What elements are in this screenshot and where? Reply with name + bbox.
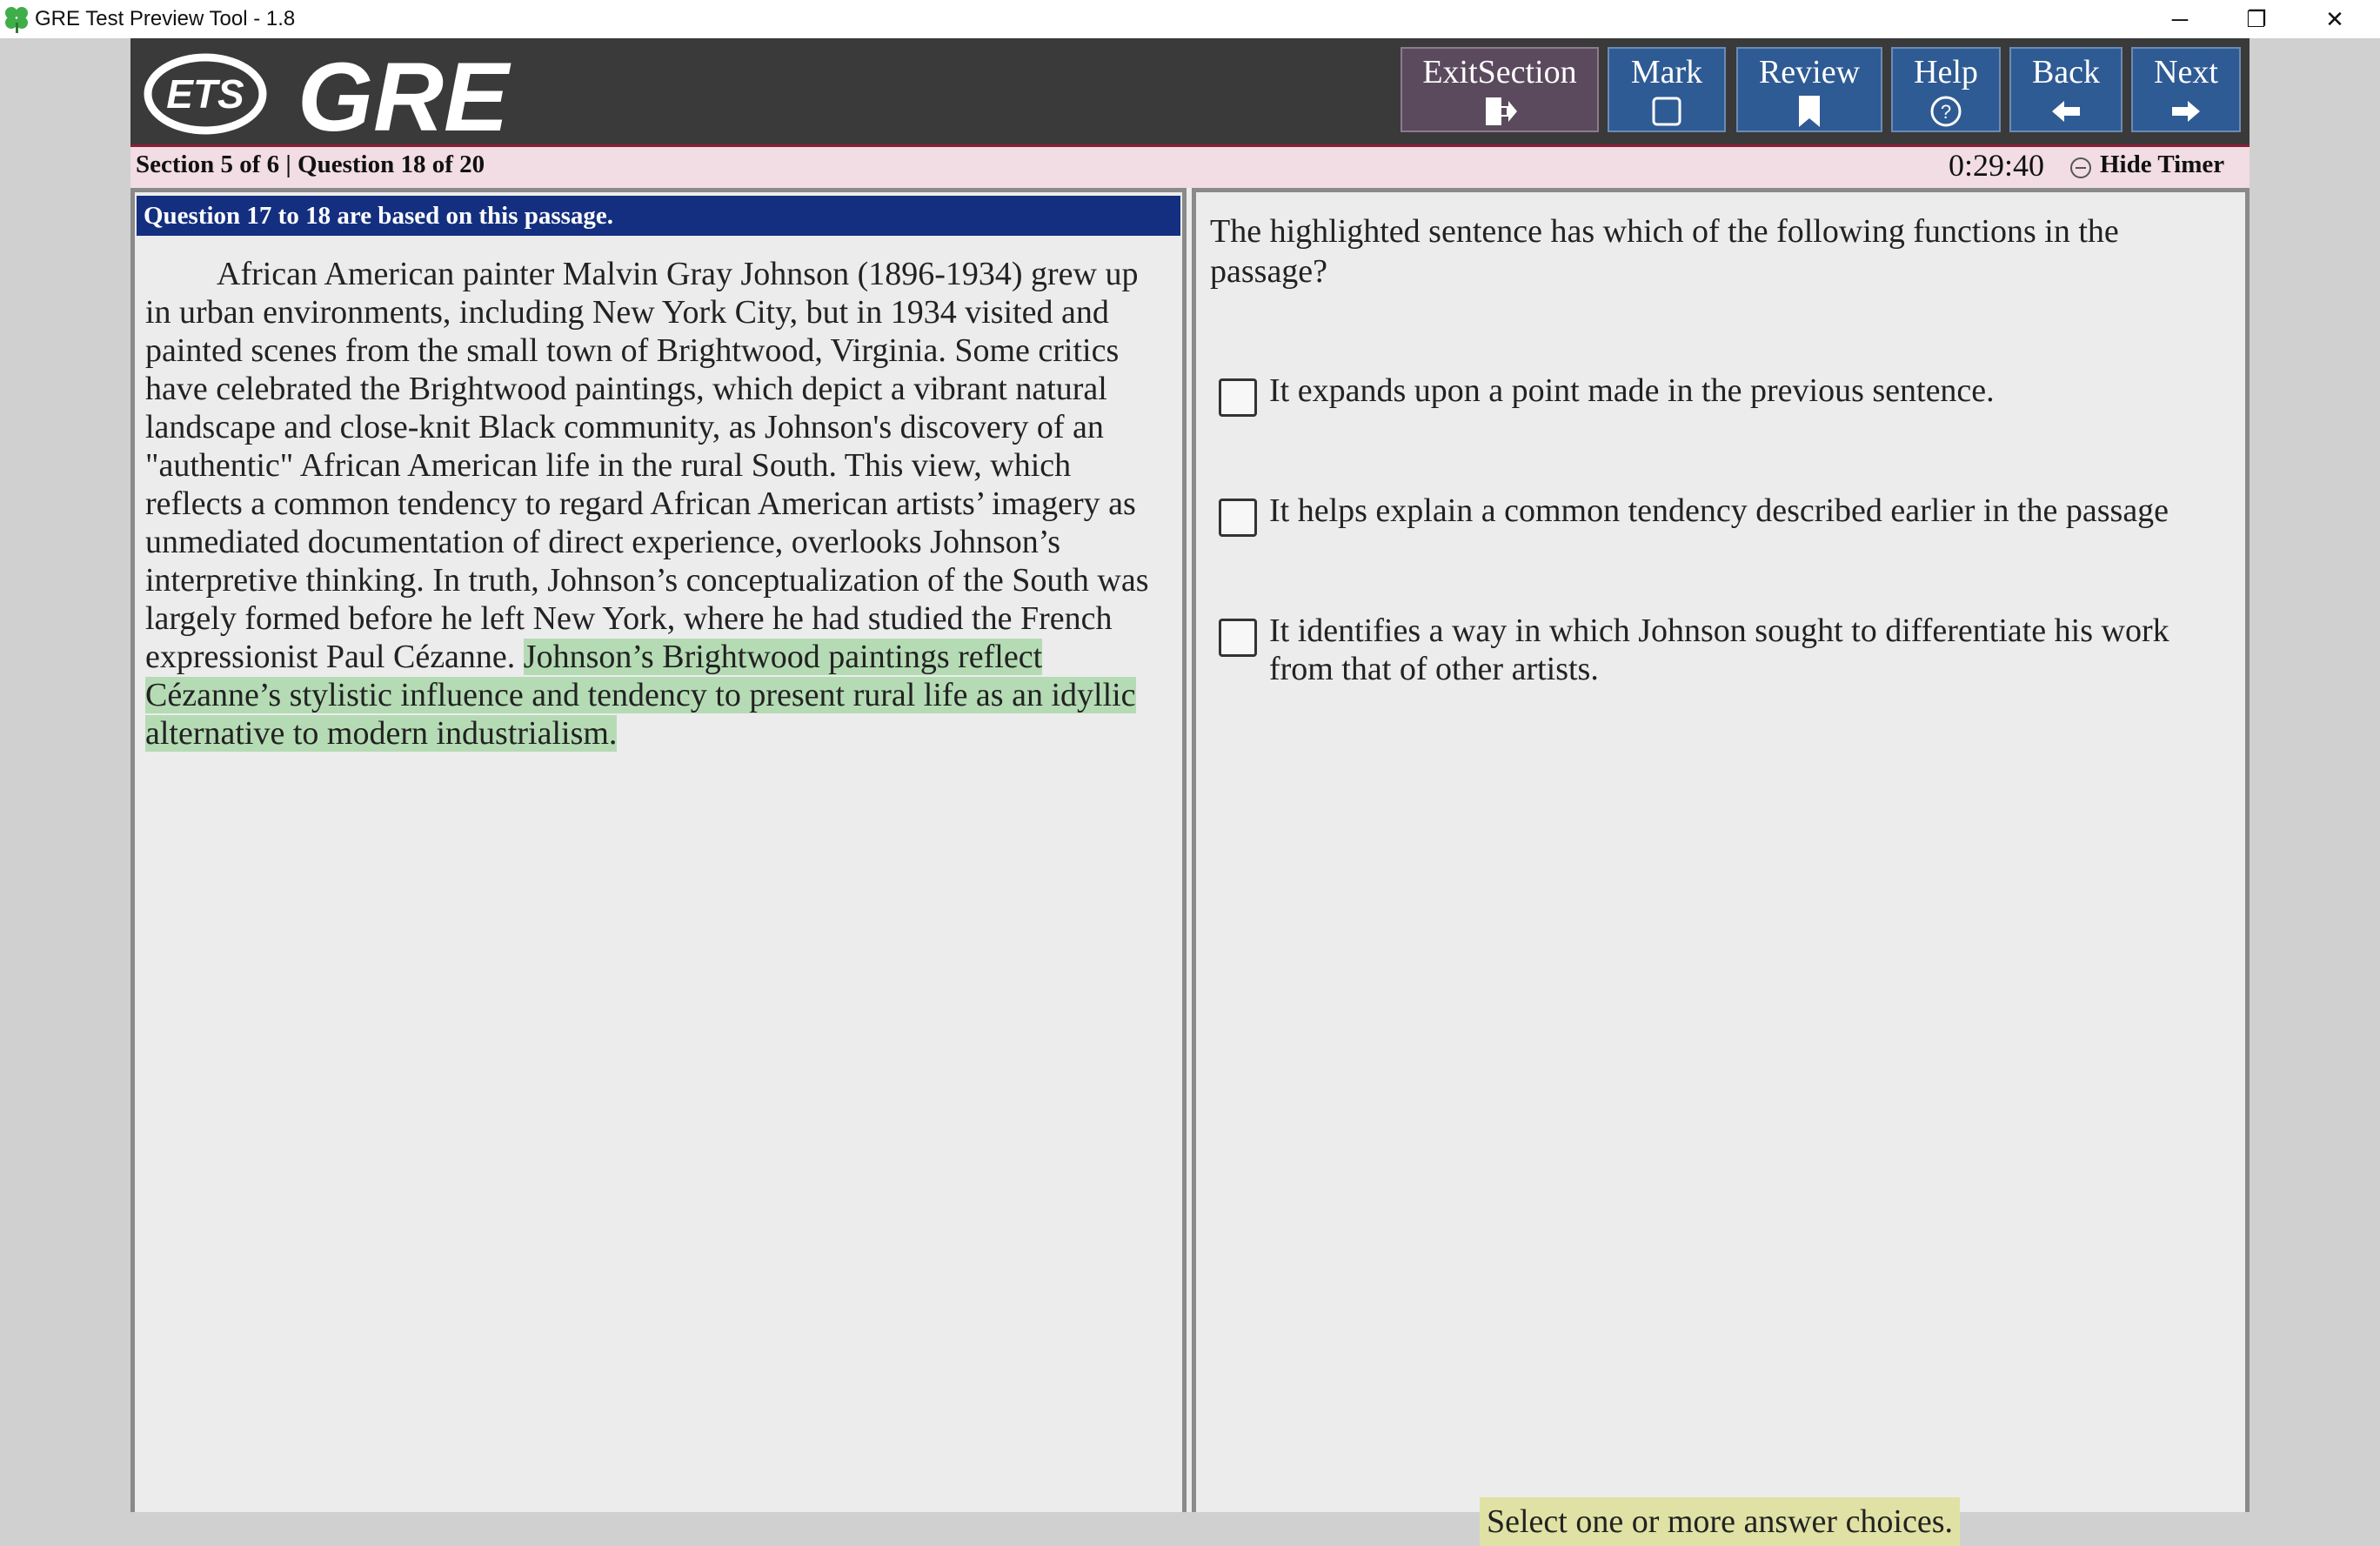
answer-instruction: Select one or more answer choices.: [1480, 1497, 1961, 1546]
next-label: Next: [2154, 54, 2218, 90]
passage-panel: Question 17 to 18 are based on this pass…: [130, 188, 1187, 1512]
answer-choice-text[interactable]: It helps explain a common tendency descr…: [1269, 492, 2200, 530]
exit-section-button[interactable]: ExitSection: [1401, 47, 1599, 132]
bookmark-icon: [1799, 96, 1820, 127]
logo-gre-text: GRE: [298, 44, 511, 141]
back-button[interactable]: Back: [2009, 47, 2123, 132]
ets-gre-logo: ETS GRE: [144, 44, 511, 141]
review-button[interactable]: Review: [1736, 47, 1882, 132]
back-label: Back: [2031, 54, 2101, 90]
window-title: GRE Test Preview Tool - 1.8: [35, 7, 296, 30]
logo-ets-text: ETS: [166, 71, 244, 117]
mark-button[interactable]: Mark: [1608, 47, 1726, 132]
timer: 0:29:40: [1949, 148, 2045, 183]
review-label: Review: [1758, 54, 1861, 90]
close-icon: ✕: [2325, 5, 2344, 32]
status-bar: Section 5 of 6 | Question 18 of 20 0:29:…: [130, 147, 2250, 188]
checkbox-icon: [1652, 97, 1681, 126]
passage-body: African American painter Malvin Gray Joh…: [145, 256, 1149, 675]
passage-header: Question 17 to 18 are based on this pass…: [137, 196, 1180, 236]
question-panel: The highlighted sentence has which of th…: [1192, 188, 2250, 1546]
answer-checkbox[interactable]: [1219, 619, 1257, 657]
svg-text:?: ?: [1941, 101, 1951, 123]
restore-icon: ❐: [2246, 5, 2267, 32]
question-prompt: The highlighted sentence has which of th…: [1210, 213, 2119, 290]
answer-choice-text[interactable]: It identifies a way in which Johnson sou…: [1269, 612, 2200, 688]
clover-app-icon: [5, 7, 28, 33]
exit-door-icon: [1486, 97, 1517, 125]
restore-button[interactable]: ❐: [2218, 0, 2295, 38]
next-button[interactable]: Next: [2131, 47, 2241, 132]
minimize-button[interactable]: ─: [2142, 0, 2218, 38]
mark-label: Mark: [1630, 54, 1703, 90]
answer-checkbox[interactable]: [1219, 499, 1257, 537]
window-titlebar: GRE Test Preview Tool - 1.8 ─ ❐ ✕: [0, 0, 2380, 38]
answer-checkbox[interactable]: [1219, 378, 1257, 417]
minimize-icon: ─: [2171, 5, 2189, 32]
passage-text: African American painter Malvin Gray Joh…: [145, 255, 1172, 753]
answer-choice-text[interactable]: It expands upon a point made in the prev…: [1269, 371, 2200, 410]
close-button[interactable]: ✕: [2296, 0, 2373, 38]
help-button[interactable]: Help ?: [1891, 47, 2001, 132]
test-app: ETS GRE ExitSection Mark Review Help ? B…: [130, 38, 2250, 1546]
hide-timer-button[interactable]: Hide Timer: [2100, 151, 2224, 179]
help-label: Help: [1914, 54, 1978, 90]
arrow-left-icon: [2052, 101, 2080, 122]
minus-circle-icon[interactable]: [2069, 156, 2093, 180]
app-header: ETS GRE ExitSection Mark Review Help ? B…: [130, 38, 2250, 147]
exit-section-label: ExitSection: [1422, 54, 1577, 90]
arrow-right-icon: [2172, 101, 2200, 122]
section-question-info: Section 5 of 6 | Question 18 of 20: [136, 151, 485, 178]
question-circle-icon: ?: [1930, 96, 1962, 127]
